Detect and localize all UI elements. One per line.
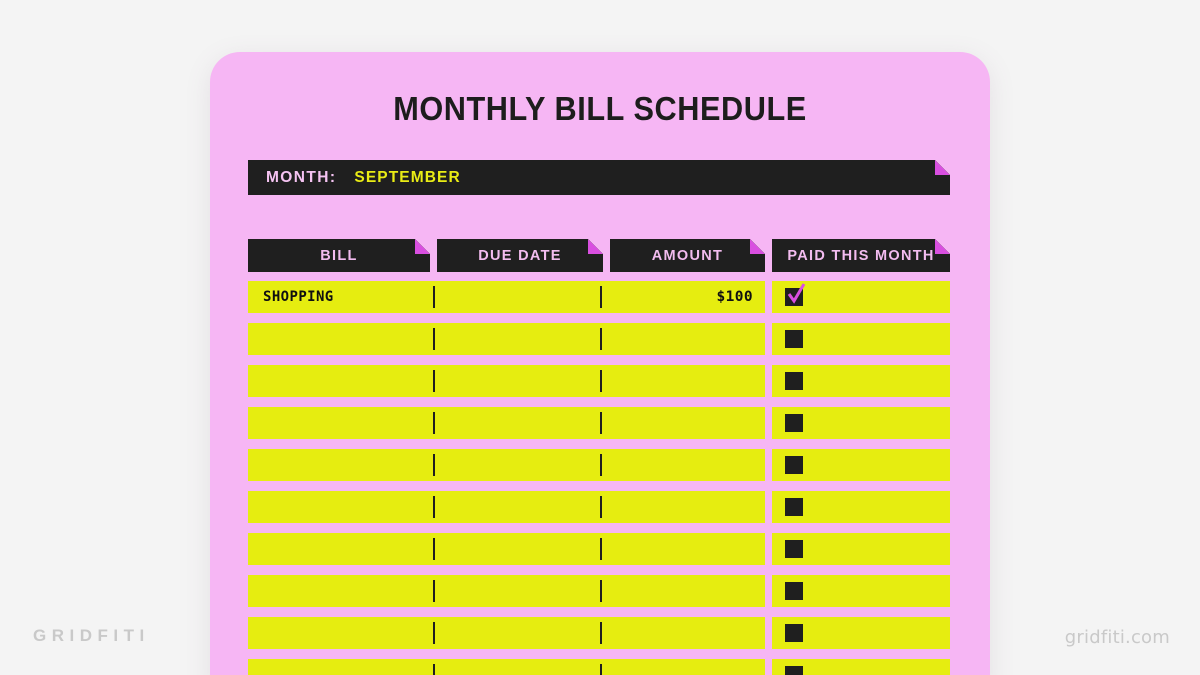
column-header-paid-this-month: PAID THIS MONTH	[772, 239, 950, 272]
cell-paid-this-month[interactable]	[772, 533, 950, 565]
table-row[interactable]	[248, 491, 765, 523]
checkbox-unchecked[interactable]	[785, 540, 803, 558]
cell-paid-this-month[interactable]	[772, 407, 950, 439]
column-divider	[600, 412, 602, 434]
column-header-amount: AMOUNT	[610, 239, 765, 272]
checkbox-unchecked[interactable]	[785, 582, 803, 600]
column-divider	[433, 412, 435, 434]
column-divider	[433, 328, 435, 350]
checkbox-unchecked[interactable]	[785, 330, 803, 348]
column-divider	[433, 580, 435, 602]
watermark-left: GRIDFITI	[33, 626, 150, 645]
column-header-label: DUE DATE	[478, 247, 562, 264]
cell-paid-this-month[interactable]	[772, 281, 950, 313]
watermark-right: gridfiti.com	[1064, 627, 1170, 648]
table-row[interactable]	[248, 575, 765, 607]
column-divider	[600, 538, 602, 560]
table-row[interactable]	[248, 659, 765, 675]
column-divider	[433, 622, 435, 644]
checkbox-checked[interactable]	[785, 283, 806, 306]
table-row[interactable]	[248, 365, 765, 397]
folded-corner-icon	[415, 239, 430, 254]
column-divider	[600, 664, 602, 675]
column-divider	[600, 370, 602, 392]
column-header-label: AMOUNT	[651, 247, 724, 264]
column-header-label: PAID THIS MONTH	[787, 247, 935, 264]
column-divider	[433, 454, 435, 476]
column-divider	[600, 622, 602, 644]
column-divider	[433, 664, 435, 675]
table-row[interactable]	[248, 449, 765, 481]
table-row[interactable]	[248, 323, 765, 355]
month-bar[interactable]: MONTH: SEPTEMBER	[248, 160, 950, 195]
bill-schedule-card: MONTHLY BILL SCHEDULE MONTH: SEPTEMBER B…	[210, 52, 990, 675]
cell-amount[interactable]: $100	[716, 281, 753, 313]
column-header-label: BILL	[320, 247, 358, 264]
checkbox-unchecked[interactable]	[785, 666, 803, 675]
folded-corner-icon	[588, 239, 603, 254]
page-title: MONTHLY BILL SCHEDULE	[393, 90, 807, 127]
cell-bill[interactable]: SHOPPING	[263, 281, 334, 313]
month-label: MONTH:	[266, 168, 337, 186]
cell-paid-this-month[interactable]	[772, 491, 950, 523]
checkmark-icon	[787, 283, 806, 304]
month-value[interactable]: SEPTEMBER	[354, 169, 460, 187]
cell-paid-this-month[interactable]	[772, 365, 950, 397]
folded-corner-icon	[935, 239, 950, 254]
checkbox-unchecked[interactable]	[785, 414, 803, 432]
column-header-due-date: DUE DATE	[437, 239, 603, 272]
column-divider	[433, 286, 435, 308]
folded-corner-icon	[935, 160, 950, 175]
column-divider	[433, 538, 435, 560]
column-divider	[433, 370, 435, 392]
column-divider	[600, 580, 602, 602]
column-divider	[433, 496, 435, 518]
column-header-bill: BILL	[248, 239, 430, 272]
column-divider	[600, 286, 602, 308]
cell-paid-this-month[interactable]	[772, 659, 950, 675]
cell-paid-this-month[interactable]	[772, 575, 950, 607]
cell-paid-this-month[interactable]	[772, 449, 950, 481]
cell-paid-this-month[interactable]	[772, 617, 950, 649]
checkbox-unchecked[interactable]	[785, 372, 803, 390]
checkbox-unchecked[interactable]	[785, 498, 803, 516]
checkbox-unchecked[interactable]	[785, 624, 803, 642]
folded-corner-icon	[750, 239, 765, 254]
table-row[interactable]	[248, 533, 765, 565]
table-row[interactable]	[248, 617, 765, 649]
cell-paid-this-month[interactable]	[772, 323, 950, 355]
table-row[interactable]	[248, 407, 765, 439]
column-divider	[600, 454, 602, 476]
checkbox-unchecked[interactable]	[785, 456, 803, 474]
column-divider	[600, 328, 602, 350]
column-divider	[600, 496, 602, 518]
table-row[interactable]: SHOPPING $100	[248, 281, 765, 313]
